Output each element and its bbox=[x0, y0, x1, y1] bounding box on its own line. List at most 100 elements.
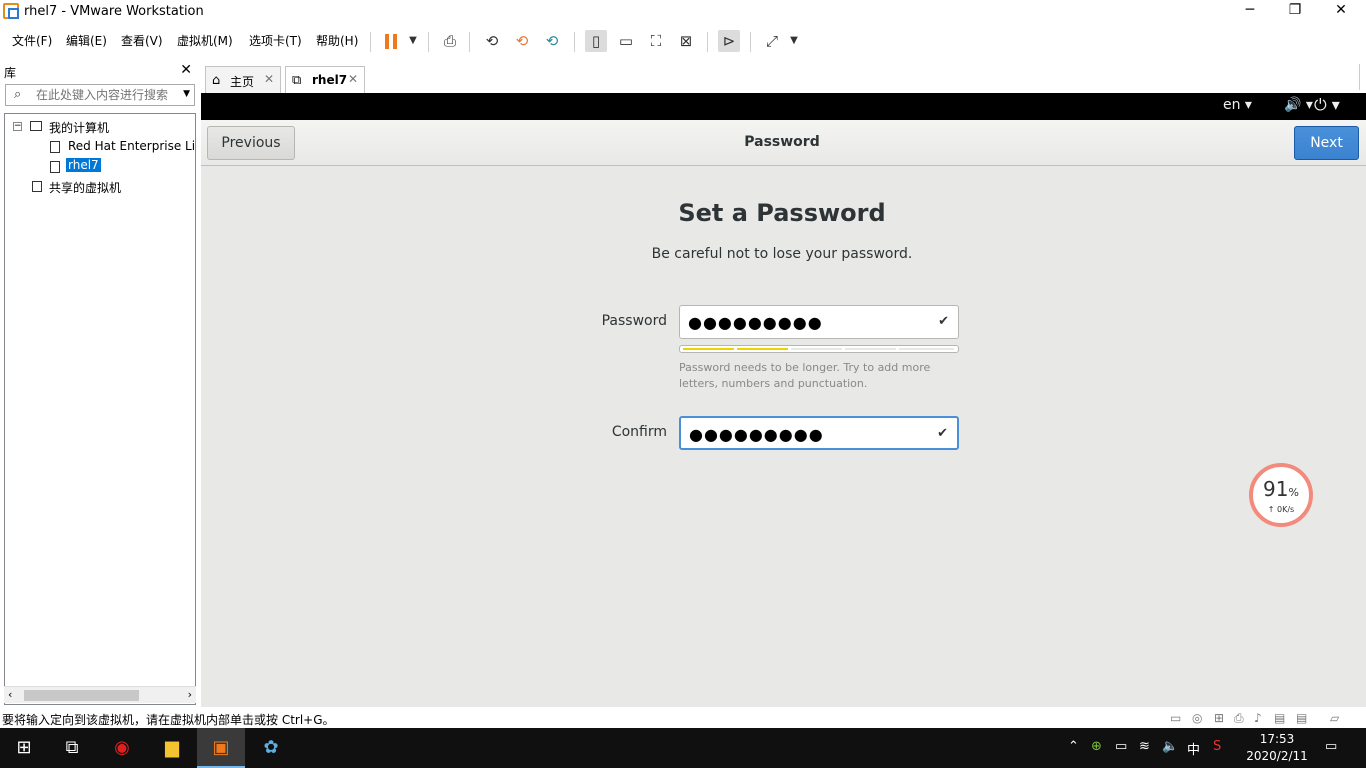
status-bar: 要将输入定向到该虚拟机，请在虚拟机内部单击或按 Ctrl+G。 ▭ ◎ ⊞ ⎙ … bbox=[0, 708, 1366, 728]
scrollbar-thumb[interactable] bbox=[24, 690, 139, 701]
volume-tray-icon[interactable]: 🔈 bbox=[1162, 739, 1178, 754]
checkmark-icon: ✔ bbox=[938, 314, 949, 329]
usb-device-icon[interactable]: ▤ bbox=[1274, 711, 1285, 725]
display-icon[interactable]: ▤ bbox=[1296, 711, 1307, 725]
menu-tabs[interactable]: 选项卡(T) bbox=[249, 32, 302, 49]
ime-indicator[interactable]: 中 bbox=[1187, 739, 1200, 758]
menu-view[interactable]: 查看(V) bbox=[121, 32, 163, 49]
cd-rom-icon[interactable]: ◎ bbox=[1192, 711, 1202, 725]
maximize-button[interactable]: ❐ bbox=[1272, 2, 1318, 22]
strength-segment bbox=[791, 348, 842, 350]
sound-card-icon[interactable]: ♪ bbox=[1254, 711, 1262, 725]
collapse-icon[interactable]: − bbox=[13, 122, 22, 131]
strength-segment bbox=[683, 348, 734, 350]
vmware-taskbar-icon[interactable]: ▣ bbox=[197, 728, 245, 768]
tree-item-shared[interactable]: 共享的虚拟机 bbox=[49, 179, 121, 196]
tab-close-icon[interactable]: ✕ bbox=[264, 72, 274, 86]
taskbar: ⊞ ⧉ ◉ ▆ ▣ ✿ ⌃ ⊕ ▭ ≋ 🔈 中 S 17:53 2020/2/1… bbox=[0, 728, 1366, 768]
gnome-top-bar: en ▾ 🔊 ▾ ⏻ ▾ bbox=[201, 93, 1366, 120]
tab-home-label: 主页 bbox=[230, 75, 255, 89]
full-screen-icon[interactable]: ⛶ bbox=[645, 30, 667, 52]
stretch-icon[interactable]: ⤢ bbox=[761, 30, 783, 52]
menu-help[interactable]: 帮助(H) bbox=[316, 32, 358, 49]
title-bar: rhel7 - VMware Workstation ─ ❐ ✕ bbox=[0, 0, 1366, 23]
start-button-icon[interactable]: ⊞ bbox=[0, 728, 48, 768]
send-ctrl-alt-del-icon[interactable]: ⎙ bbox=[439, 30, 461, 52]
scroll-right-icon[interactable]: › bbox=[188, 688, 192, 701]
tab-scroll-area bbox=[1359, 64, 1366, 90]
password-input[interactable] bbox=[688, 312, 928, 332]
tray-app-icon[interactable]: ⊕ bbox=[1091, 739, 1102, 754]
menu-vm[interactable]: 虚拟机(M) bbox=[177, 32, 233, 49]
strength-segment bbox=[737, 348, 788, 350]
stretch-dropdown-icon[interactable]: ▼ bbox=[783, 30, 805, 52]
page-subtitle: Be careful not to lose your password. bbox=[651, 246, 913, 262]
menu-file[interactable]: 文件(F) bbox=[12, 32, 52, 49]
thumbnail-bar-icon[interactable]: ▭ bbox=[615, 30, 637, 52]
library-search-input[interactable] bbox=[36, 87, 176, 103]
tree-item-vm-rhel7[interactable]: rhel7 bbox=[66, 158, 101, 172]
pause-dropdown-icon[interactable]: ▼ bbox=[402, 30, 424, 52]
unity-icon[interactable]: ⊠ bbox=[675, 30, 697, 52]
app-taskbar-icon[interactable]: ✿ bbox=[247, 728, 295, 768]
password-field[interactable]: ✔ bbox=[679, 305, 959, 339]
notifications-icon[interactable]: ▭ bbox=[1325, 739, 1337, 754]
file-explorer-icon[interactable]: ▆ bbox=[148, 728, 196, 768]
home-icon: ⌂ bbox=[212, 73, 221, 88]
minimize-button[interactable]: ─ bbox=[1227, 2, 1273, 22]
tree-item-vm-redhat[interactable]: Red Hat Enterprise Linux bbox=[68, 139, 195, 153]
show-library-icon[interactable]: ▯ bbox=[585, 30, 607, 52]
strength-segment bbox=[845, 348, 896, 350]
vmware-logo-icon bbox=[3, 3, 19, 19]
search-icon: ⌕ bbox=[14, 87, 22, 102]
confirm-field[interactable]: ✔ bbox=[679, 416, 959, 450]
pause-icon-bar[interactable] bbox=[393, 34, 397, 49]
menu-edit[interactable]: 编辑(E) bbox=[66, 32, 107, 49]
library-search[interactable]: ⌕ ▼ bbox=[5, 84, 195, 106]
memory-percent: 91% bbox=[1263, 477, 1299, 501]
password-label: Password bbox=[601, 313, 667, 329]
network-adapter-icon[interactable]: ⊞ bbox=[1214, 711, 1224, 725]
hard-disk-icon[interactable]: ▭ bbox=[1170, 711, 1181, 725]
library-close-icon[interactable]: ✕ bbox=[180, 62, 192, 78]
tree-item-my-computer[interactable]: 我的计算机 bbox=[49, 119, 109, 136]
netease-music-icon[interactable]: ◉ bbox=[98, 728, 146, 768]
show-hidden-icons-icon[interactable]: ⌃ bbox=[1068, 739, 1079, 754]
tab-rhel7[interactable]: ⧉ rhel7 ✕ bbox=[285, 66, 365, 93]
password-hint: Password needs to be longer. Try to add … bbox=[679, 361, 931, 390]
library-title: 库 bbox=[4, 66, 17, 80]
next-button[interactable]: Next bbox=[1294, 126, 1359, 160]
wifi-icon[interactable]: ≋ bbox=[1139, 739, 1150, 754]
tab-home[interactable]: ⌂ 主页 ✕ bbox=[205, 66, 281, 93]
vm-console[interactable]: en ▾ 🔊 ▾ ⏻ ▾ Previous Password Next Set … bbox=[201, 93, 1366, 707]
snapshot-icon[interactable]: ⟲ bbox=[481, 30, 503, 52]
battery-icon[interactable]: ▭ bbox=[1115, 739, 1127, 754]
page-title: Set a Password bbox=[678, 199, 886, 227]
language-menu[interactable]: en ▾ bbox=[1223, 97, 1252, 113]
message-log-icon[interactable]: ▱ bbox=[1330, 711, 1339, 725]
checkmark-icon: ✔ bbox=[937, 426, 948, 441]
pause-icon[interactable] bbox=[385, 34, 389, 49]
vm-icon bbox=[50, 141, 60, 153]
close-window-button[interactable]: ✕ bbox=[1318, 2, 1364, 22]
volume-icon[interactable]: 🔊 ▾ bbox=[1284, 97, 1313, 113]
snapshot-manager-icon[interactable]: ⟲ bbox=[541, 30, 563, 52]
scroll-left-icon[interactable]: ‹ bbox=[8, 688, 12, 701]
power-icon[interactable]: ⏻ ▾ bbox=[1314, 95, 1340, 115]
printer-icon[interactable]: ⎙ bbox=[1234, 711, 1244, 726]
search-dropdown-icon[interactable]: ▼ bbox=[183, 89, 190, 99]
console-view-icon[interactable]: ⊳ bbox=[718, 30, 740, 52]
task-view-icon[interactable]: ⧉ bbox=[48, 728, 96, 768]
strength-segment bbox=[899, 348, 954, 350]
revert-snapshot-icon[interactable]: ⟲ bbox=[511, 30, 533, 52]
toolbar-separator bbox=[574, 32, 575, 52]
confirm-input[interactable] bbox=[689, 424, 929, 444]
tab-close-icon[interactable]: ✕ bbox=[348, 72, 358, 86]
tab-strip bbox=[200, 60, 1366, 94]
clock[interactable]: 17:53 2020/2/11 bbox=[1240, 731, 1314, 765]
library-horizontal-scrollbar[interactable]: ‹ › bbox=[4, 686, 196, 703]
network-speed-widget[interactable]: 91% ↑ 0K/s bbox=[1249, 463, 1313, 527]
setup-header: Previous Password Next bbox=[201, 120, 1366, 166]
header-title: Password bbox=[744, 134, 820, 150]
sogou-input-icon[interactable]: S bbox=[1213, 739, 1221, 754]
